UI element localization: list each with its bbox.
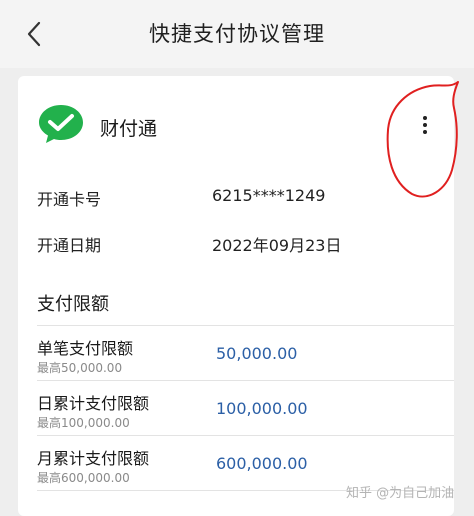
single-limit-value: 50,000.00 [216,344,298,363]
card-number-label: 开通卡号 [37,190,102,209]
watermark-text: 知乎 @为自己加油 [346,486,455,501]
monthly-limit-max: 最高600,000.00 [37,471,130,485]
card-number-value: 6215****1249 [212,186,326,205]
daily-limit-name: 日累计支付限额 [37,394,150,413]
wechat-pay-icon [39,105,83,143]
divider [37,325,454,326]
single-limit-max: 最高50,000.00 [37,361,123,375]
daily-limit-max: 最高100,000.00 [37,416,130,430]
open-date-label: 开通日期 [37,236,102,255]
single-limit-name: 单笔支付限额 [37,339,134,358]
hand-drawn-circle-annotation [386,81,459,198]
payment-limit-section-title: 支付限额 [37,294,109,315]
page-title: 快捷支付协议管理 [149,22,325,46]
divider [37,435,454,436]
monthly-limit-value: 600,000.00 [216,454,308,473]
agreement-card: 财付通 开通卡号 6215****1249 开通日期 2022年09月23日 支… [18,76,459,516]
divider [37,380,454,381]
monthly-limit-name: 月累计支付限额 [37,449,150,468]
daily-limit-value: 100,000.00 [216,399,308,418]
provider-name: 财付通 [100,118,158,140]
open-date-value: 2022年09月23日 [212,236,342,255]
more-options-button[interactable] [414,112,436,138]
top-navigation-bar: 快捷支付协议管理 [0,0,474,68]
more-vertical-icon [423,116,427,120]
